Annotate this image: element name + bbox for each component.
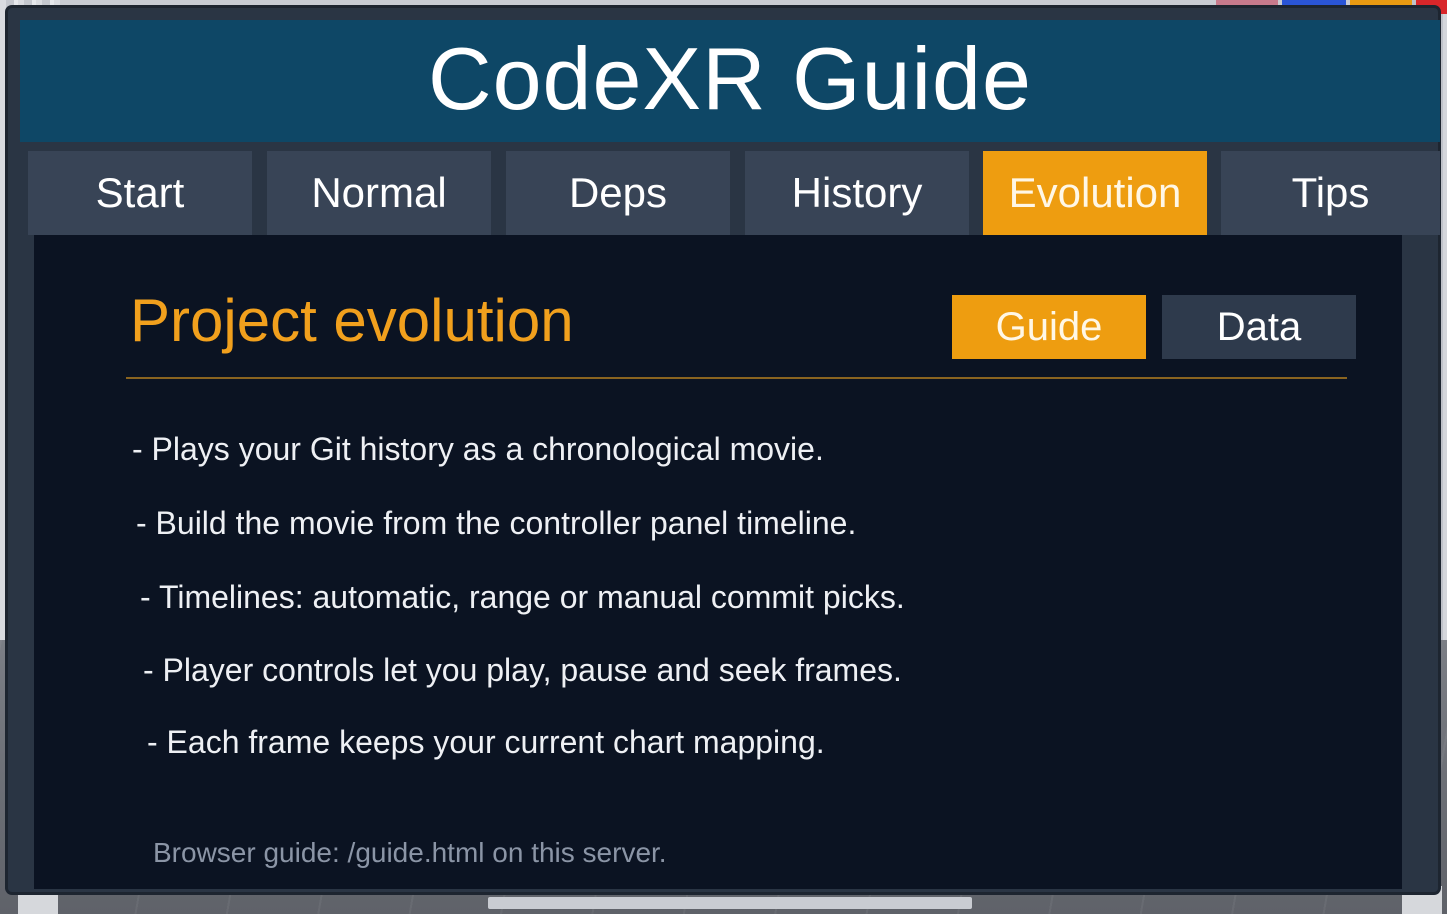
bullet-item: - Player controls let you play, pause an…	[143, 652, 902, 688]
tab-start[interactable]: Start	[28, 151, 252, 235]
floor-bar	[488, 897, 972, 909]
tab-deps[interactable]: Deps	[506, 151, 730, 235]
bullet-item: - Timelines: automatic, range or manual …	[140, 579, 905, 615]
bullet-item: - Build the movie from the controller pa…	[136, 505, 857, 541]
tab-history[interactable]: History	[745, 151, 969, 235]
guide-button[interactable]: Guide	[952, 295, 1146, 359]
bullet-item: - Plays your Git history as a chronologi…	[132, 431, 824, 467]
page-title: CodeXR Guide	[428, 29, 1032, 128]
guide-panel: CodeXR Guide Start Normal Deps History E…	[8, 8, 1440, 892]
title-divider	[126, 377, 1347, 379]
browser-guide-note: Browser guide: /guide.html on this serve…	[153, 837, 667, 868]
bullet-item: - Each frame keeps your current chart ma…	[147, 724, 825, 760]
tab-bar: Start Normal Deps History Evolution Tips	[28, 151, 1440, 235]
tab-tips[interactable]: Tips	[1221, 151, 1440, 235]
tab-evolution[interactable]: Evolution	[983, 151, 1207, 235]
tab-normal[interactable]: Normal	[267, 151, 491, 235]
data-button[interactable]: Data	[1162, 295, 1356, 359]
content-area: Project evolution Guide Data - Plays you…	[34, 235, 1402, 889]
section-title: Project evolution	[130, 287, 574, 354]
header-bar: CodeXR Guide	[20, 20, 1440, 142]
